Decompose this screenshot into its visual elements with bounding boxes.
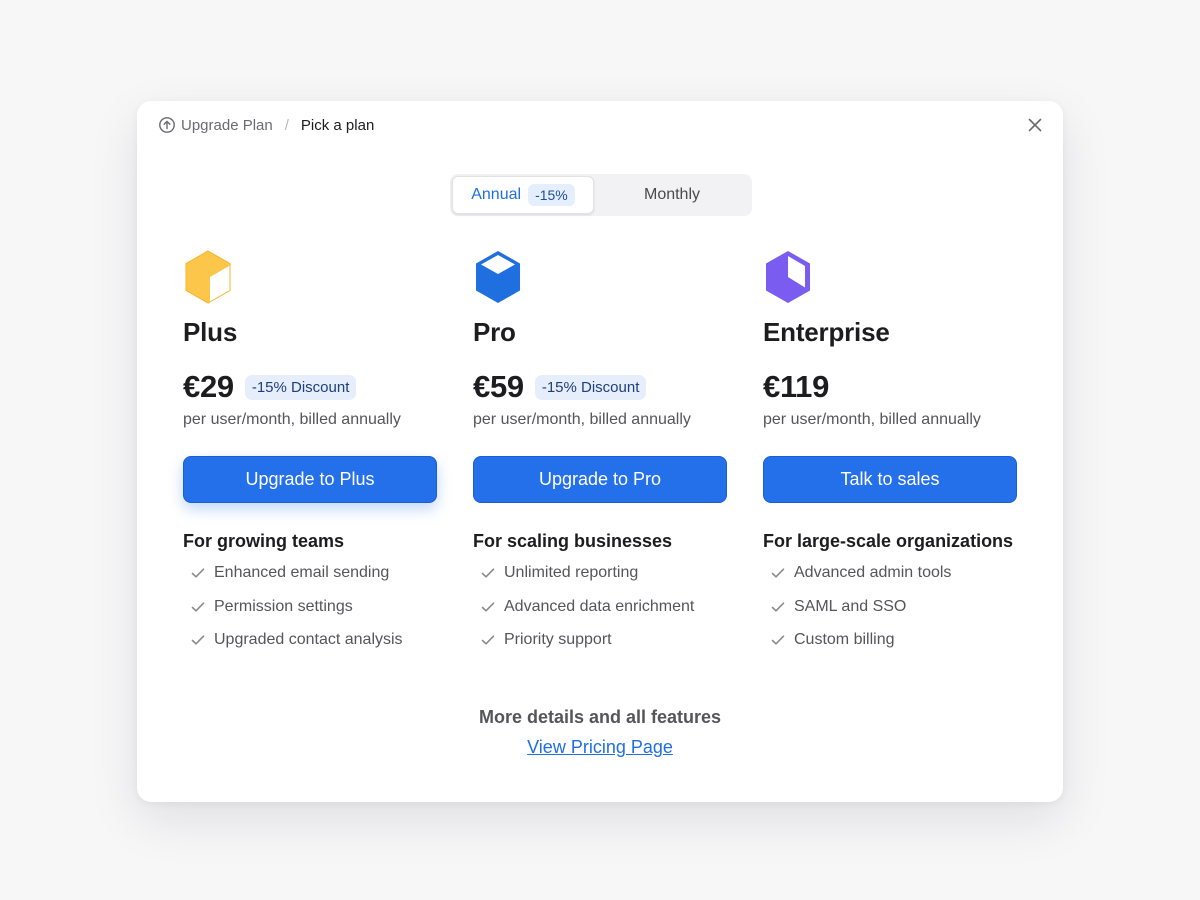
view-pricing-page-link[interactable]: View Pricing Page: [527, 737, 673, 758]
upgrade-to-pro-button[interactable]: Upgrade to Pro: [473, 456, 727, 503]
feature-item: Enhanced email sending: [190, 563, 403, 583]
plan-price: €59: [473, 369, 524, 404]
feature-item: Custom billing: [770, 630, 951, 650]
breadcrumb: Upgrade Plan / Pick a plan: [158, 115, 374, 135]
talk-to-sales-button[interactable]: Talk to sales: [763, 456, 1017, 503]
billing-period-toggle: Annual -15% Monthly: [450, 174, 752, 216]
feature-item: Advanced admin tools: [770, 563, 951, 583]
feature-label: Custom billing: [794, 631, 895, 648]
feature-item: Permission settings: [190, 597, 403, 617]
annual-discount-badge: -15%: [528, 184, 575, 206]
feature-label: Enhanced email sending: [214, 564, 390, 581]
billing-note: per user/month, billed annually: [183, 411, 401, 428]
plan-name: Plus: [183, 317, 238, 347]
check-icon: [190, 599, 206, 615]
feature-item: SAML and SSO: [770, 597, 951, 617]
feature-label: SAML and SSO: [794, 597, 907, 615]
check-icon: [480, 565, 496, 581]
billing-note: per user/month, billed annually: [763, 411, 981, 428]
price-row: €29 -15% Discount: [183, 369, 357, 405]
breadcrumb-current: Pick a plan: [300, 116, 375, 134]
discount-badge: -15% Discount: [244, 374, 357, 400]
breadcrumb-separator: /: [284, 116, 289, 134]
feature-item: Unlimited reporting: [480, 563, 694, 583]
plan-name: Enterprise: [763, 317, 890, 347]
plan-card-enterprise: Enterprise €119 per user/month, billed a…: [763, 249, 1017, 669]
pricing-footer: More details and all features View Prici…: [137, 707, 1063, 758]
monthly-option[interactable]: Monthly: [594, 176, 750, 214]
breadcrumb-root[interactable]: Upgrade Plan: [181, 117, 273, 134]
feature-item: Priority support: [480, 630, 694, 650]
plan-list: Plus €29 -15% Discount per user/month, b…: [183, 249, 1017, 669]
feature-list: Advanced admin tools SAML and SSO Custom…: [770, 563, 951, 664]
feature-item: Advanced data enrichment: [480, 597, 694, 617]
plan-audience: For scaling businesses: [473, 531, 673, 551]
plan-price: €119: [763, 369, 830, 404]
check-icon: [190, 565, 206, 581]
feature-list: Unlimited reporting Advanced data enrich…: [480, 563, 694, 664]
check-icon: [480, 599, 496, 615]
cube-purple-icon: [763, 249, 813, 305]
close-icon: [1028, 118, 1042, 132]
feature-label: Unlimited reporting: [504, 564, 639, 581]
feature-label: Priority support: [504, 631, 612, 648]
upgrade-to-plus-button[interactable]: Upgrade to Plus: [183, 456, 437, 503]
feature-label: Advanced data enrichment: [504, 597, 695, 615]
feature-label: Upgraded contact analysis: [214, 631, 403, 648]
plan-price: €29: [183, 369, 234, 404]
check-icon: [770, 632, 786, 648]
check-icon: [480, 632, 496, 648]
annual-option[interactable]: Annual -15%: [452, 176, 594, 214]
discount-badge: -15% Discount: [534, 374, 647, 400]
plan-name: Pro: [473, 317, 516, 347]
plan-card-pro: Pro €59 -15% Discount per user/month, bi…: [473, 249, 727, 669]
feature-item: Upgraded contact analysis: [190, 630, 403, 650]
plan-audience: For large-scale organizations: [763, 531, 1014, 551]
check-icon: [770, 599, 786, 615]
plan-card-plus: Plus €29 -15% Discount per user/month, b…: [183, 249, 437, 669]
cube-yellow-icon: [183, 249, 233, 305]
feature-label: Advanced admin tools: [794, 564, 952, 581]
cube-blue-icon: [473, 249, 523, 305]
upgrade-plan-modal: Upgrade Plan / Pick a plan Annual -15% M…: [137, 101, 1063, 802]
footer-text: More details and all features: [478, 707, 722, 727]
price-row: €59 -15% Discount: [473, 369, 647, 405]
check-icon: [770, 565, 786, 581]
check-icon: [190, 632, 206, 648]
plan-audience: For growing teams: [183, 531, 345, 551]
feature-list: Enhanced email sending Permission settin…: [190, 563, 403, 664]
feature-label: Permission settings: [214, 597, 353, 615]
price-row: €119: [763, 369, 829, 405]
upgrade-arrow-icon: [158, 116, 176, 134]
close-button[interactable]: [1025, 115, 1045, 135]
billing-note: per user/month, billed annually: [473, 411, 691, 428]
annual-label: Annual: [471, 186, 522, 203]
